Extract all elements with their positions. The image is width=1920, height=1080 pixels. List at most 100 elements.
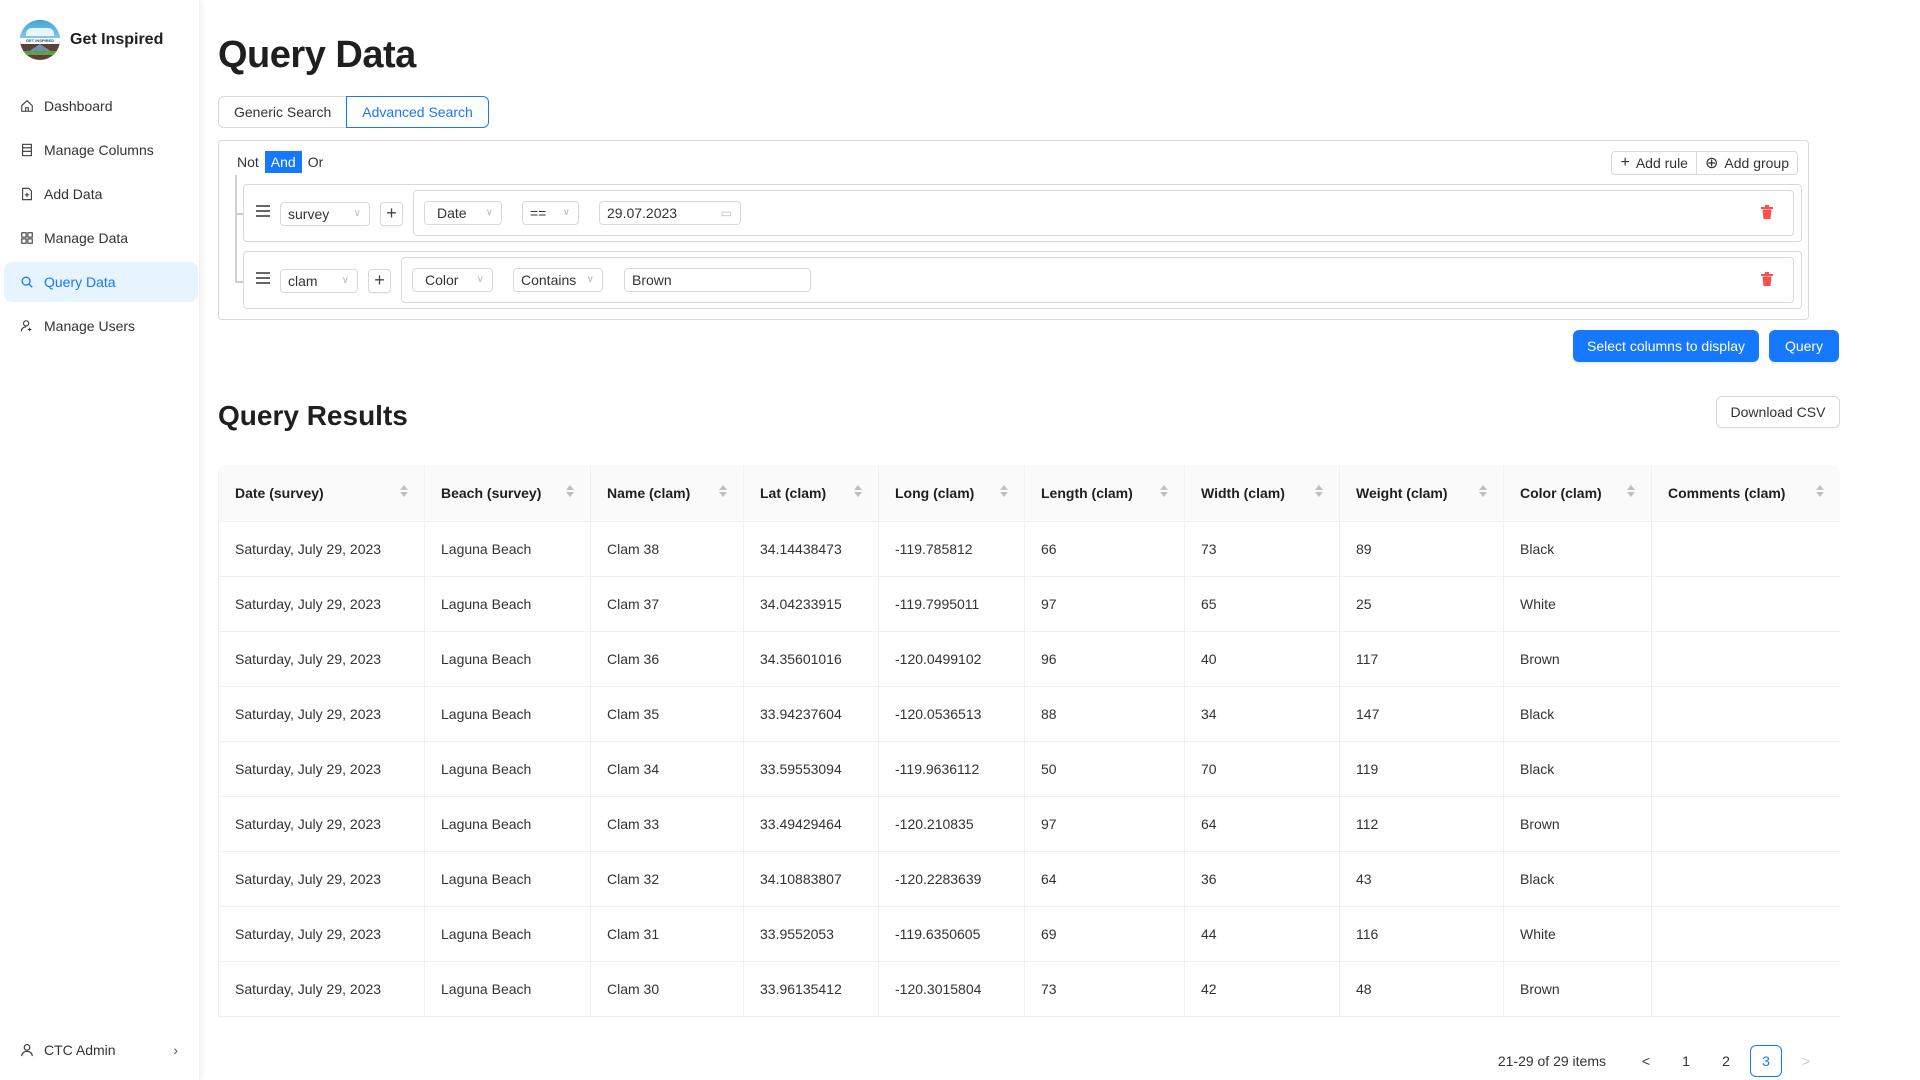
table-cell: 34.35601016 bbox=[743, 631, 879, 687]
table-cell: 40 bbox=[1184, 631, 1340, 687]
rule-row: survey ∨ + Date ∨ == ∨ 29.07.2023 ▭ bbox=[243, 184, 1802, 242]
combinator-not[interactable]: Not bbox=[231, 151, 265, 173]
chevron-down-icon: ∨ bbox=[353, 208, 361, 219]
table-cell: Laguna Beach bbox=[424, 521, 591, 577]
chevron-down-icon: ∨ bbox=[562, 207, 570, 218]
chevron-down-icon: ∨ bbox=[476, 274, 484, 285]
drag-handle-icon[interactable] bbox=[256, 272, 270, 284]
next-page-button[interactable]: > bbox=[1790, 1045, 1822, 1077]
table-cell: Laguna Beach bbox=[424, 741, 591, 797]
table-cell: Clam 32 bbox=[590, 851, 744, 907]
group-actions: + Add rule ⊕ Add group bbox=[1611, 151, 1798, 175]
tab-advanced-search[interactable]: Advanced Search bbox=[346, 96, 489, 128]
table-row[interactable]: Saturday, July 29, 2023 Laguna Beach Clam … bbox=[218, 686, 1840, 742]
results-title: Query Results bbox=[218, 400, 408, 431]
table-cell: Saturday, July 29, 2023 bbox=[218, 686, 425, 742]
sidebar-item-dashboard[interactable]: Dashboard bbox=[4, 86, 198, 126]
table-cell: Black bbox=[1503, 686, 1652, 742]
select-columns-button[interactable]: Select columns to display bbox=[1573, 330, 1759, 362]
sidebar-item-query-data[interactable]: Query Data bbox=[4, 262, 198, 302]
sort-icon[interactable] bbox=[1160, 485, 1168, 497]
table-cell: Clam 30 bbox=[590, 961, 744, 1017]
add-subrule-button[interactable]: + bbox=[368, 269, 391, 293]
column-header[interactable]: Beach (survey) bbox=[424, 465, 591, 522]
delete-rule-icon[interactable] bbox=[1761, 272, 1773, 286]
table-cell: -119.9636112 bbox=[878, 741, 1025, 797]
table-row[interactable]: Saturday, July 29, 2023 Laguna Beach Clam … bbox=[218, 796, 1840, 852]
sort-icon[interactable] bbox=[566, 485, 574, 497]
sidebar-item-manage-data[interactable]: Manage Data bbox=[4, 218, 198, 258]
table-cell: 43 bbox=[1339, 851, 1504, 907]
column-header[interactable]: Weight (clam) bbox=[1339, 465, 1504, 522]
column-header[interactable]: Name (clam) bbox=[590, 465, 744, 522]
sort-icon[interactable] bbox=[400, 485, 408, 497]
columns-icon bbox=[20, 143, 34, 157]
text-value-input[interactable]: Brown bbox=[624, 268, 811, 292]
file-add-icon bbox=[20, 187, 34, 201]
users-icon bbox=[20, 319, 34, 333]
table-cell: 44 bbox=[1184, 906, 1340, 962]
sidebar-item-manage-columns[interactable]: Manage Columns bbox=[4, 130, 198, 170]
table-cell: 42 bbox=[1184, 961, 1340, 1017]
table-row[interactable]: Saturday, July 29, 2023 Laguna Beach Clam … bbox=[218, 521, 1840, 577]
date-value-input[interactable]: 29.07.2023 ▭ bbox=[599, 201, 741, 225]
combinator-or[interactable]: Or bbox=[302, 151, 330, 173]
download-csv-button[interactable]: Download CSV bbox=[1716, 396, 1840, 428]
sort-icon[interactable] bbox=[1479, 485, 1487, 497]
table-cell: Clam 35 bbox=[590, 686, 744, 742]
page-2-button[interactable]: 2 bbox=[1710, 1045, 1742, 1077]
chevron-down-icon: ∨ bbox=[485, 207, 493, 218]
column-header[interactable]: Color (clam) bbox=[1503, 465, 1652, 522]
drag-handle-icon[interactable] bbox=[256, 205, 270, 217]
column-header[interactable]: Width (clam) bbox=[1184, 465, 1340, 522]
table-cell: 70 bbox=[1184, 741, 1340, 797]
field-select[interactable]: Color ∨ bbox=[412, 268, 493, 292]
sort-icon[interactable] bbox=[1627, 485, 1635, 497]
sort-icon[interactable] bbox=[1816, 485, 1824, 497]
table-row[interactable]: Saturday, July 29, 2023 Laguna Beach Clam … bbox=[218, 576, 1840, 632]
table-cell: Clam 36 bbox=[590, 631, 744, 687]
delete-rule-icon[interactable] bbox=[1761, 205, 1773, 219]
add-subrule-button[interactable]: + bbox=[380, 202, 403, 226]
operator-select[interactable]: Contains ∨ bbox=[513, 268, 603, 292]
sidebar-item-add-data[interactable]: Add Data bbox=[4, 174, 198, 214]
add-group-button[interactable]: ⊕ Add group bbox=[1695, 152, 1797, 174]
tab-generic-search[interactable]: Generic Search bbox=[218, 96, 348, 128]
sort-icon[interactable] bbox=[719, 485, 727, 497]
column-header[interactable]: Long (clam) bbox=[878, 465, 1025, 522]
table-row[interactable]: Saturday, July 29, 2023 Laguna Beach Clam … bbox=[218, 961, 1840, 1017]
combinator-and[interactable]: And bbox=[264, 151, 302, 173]
table-row[interactable]: Saturday, July 29, 2023 Laguna Beach Clam … bbox=[218, 631, 1840, 687]
table-cell: 88 bbox=[1024, 686, 1185, 742]
prev-page-button[interactable]: < bbox=[1630, 1045, 1662, 1077]
column-header[interactable]: Lat (clam) bbox=[743, 465, 879, 522]
rule-condition: Date ∨ == ∨ 29.07.2023 ▭ bbox=[413, 190, 1794, 236]
page-1-button[interactable]: 1 bbox=[1670, 1045, 1702, 1077]
main-content: Query Data Generic Search Advanced Searc… bbox=[218, 0, 1840, 1080]
field-select[interactable]: Date ∨ bbox=[424, 201, 502, 225]
table-cell: White bbox=[1503, 576, 1652, 632]
operator-select[interactable]: == ∨ bbox=[522, 201, 579, 225]
table-cell: Black bbox=[1503, 741, 1652, 797]
page-3-button[interactable]: 3 bbox=[1750, 1045, 1782, 1077]
table-cell: 50 bbox=[1024, 741, 1185, 797]
table-cell: Brown bbox=[1503, 961, 1652, 1017]
table-row[interactable]: Saturday, July 29, 2023 Laguna Beach Clam … bbox=[218, 851, 1840, 907]
column-header[interactable]: Length (clam) bbox=[1024, 465, 1185, 522]
brand[interactable]: GET INSPIRED Get Inspired bbox=[20, 20, 163, 60]
sort-icon[interactable] bbox=[854, 485, 862, 497]
column-header[interactable]: Comments (clam) bbox=[1651, 465, 1840, 522]
add-rule-button[interactable]: + Add rule bbox=[1612, 152, 1696, 174]
table-select[interactable]: clam ∨ bbox=[280, 269, 358, 293]
sidebar-item-manage-users[interactable]: Manage Users bbox=[4, 306, 198, 346]
table-row[interactable]: Saturday, July 29, 2023 Laguna Beach Clam … bbox=[218, 741, 1840, 797]
query-button[interactable]: Query bbox=[1769, 330, 1839, 362]
sort-icon[interactable] bbox=[1315, 485, 1323, 497]
column-header[interactable]: Date (survey) bbox=[218, 465, 425, 522]
user-menu[interactable]: CTC Admin › bbox=[0, 1020, 200, 1080]
table-row[interactable]: Saturday, July 29, 2023 Laguna Beach Clam … bbox=[218, 906, 1840, 962]
sort-icon[interactable] bbox=[1000, 485, 1008, 497]
table-cell: 97 bbox=[1024, 576, 1185, 632]
table-select[interactable]: survey ∨ bbox=[280, 202, 370, 226]
table-cell: Black bbox=[1503, 851, 1652, 907]
